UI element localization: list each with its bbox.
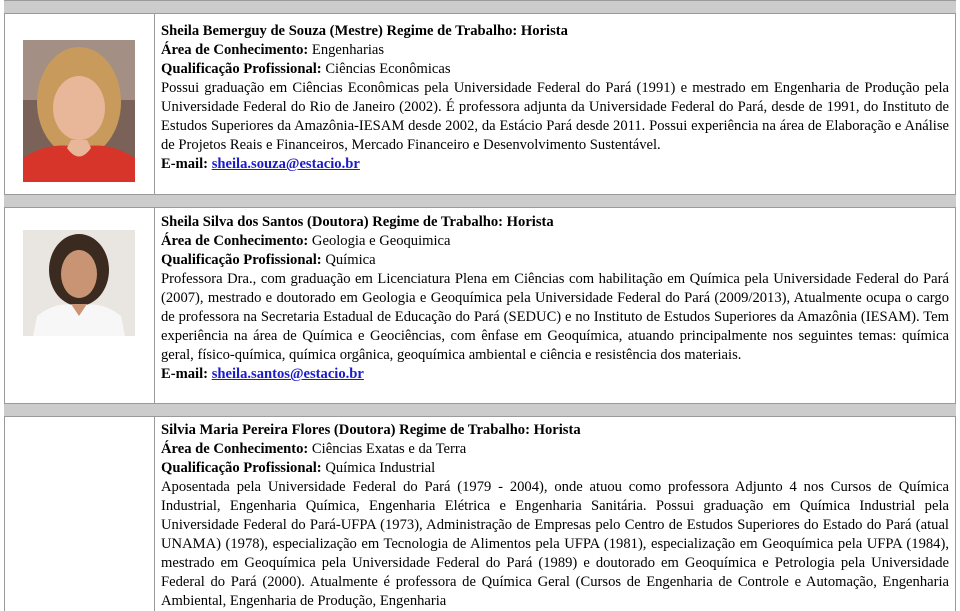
qualification-label: Qualificação Profissional:: [161, 460, 322, 476]
faculty-photo: [23, 40, 135, 182]
faculty-text: Sheila Silva dos Santos (Doutora) Regime…: [161, 213, 949, 384]
photo-cell: [5, 417, 155, 611]
knowledge-area-value: Ciências Exatas e da Terra: [311, 441, 467, 457]
faculty-bio: Aposentada pela Universidade Federal do …: [161, 479, 949, 609]
professional-qualification: Qualificação Profissional: Química: [161, 251, 949, 270]
table-separator: [4, 403, 956, 417]
photo-cell: [5, 14, 155, 194]
faculty-row: Silvia Maria Pereira Flores (Doutora) Re…: [4, 417, 956, 611]
email-label: E-mail:: [161, 366, 209, 382]
table-separator: [4, 194, 956, 208]
faculty-text: Sheila Bemerguy de Souza (Mestre) Regime…: [161, 22, 949, 174]
photo-cell: [5, 208, 155, 403]
qualification-label: Qualificação Profissional:: [161, 61, 322, 77]
professional-qualification: Qualificação Profissional: Ciências Econ…: [161, 60, 949, 79]
knowledge-area-label: Área de Conhecimento:: [161, 42, 309, 58]
email-link[interactable]: sheila.santos@estacio.br: [212, 366, 364, 382]
knowledge-area-label: Área de Conhecimento:: [161, 441, 309, 457]
qualification-value: Química Industrial: [325, 460, 436, 476]
knowledge-area-value: Geologia e Geoquimica: [311, 233, 451, 249]
email-link[interactable]: sheila.souza@estacio.br: [212, 156, 360, 172]
knowledge-area-label: Área de Conhecimento:: [161, 233, 309, 249]
knowledge-area: Área de Conhecimento: Geologia e Geoquim…: [161, 232, 949, 251]
faculty-bio: Professora Dra., com graduação em Licenc…: [161, 271, 949, 363]
qualification-label: Qualificação Profissional:: [161, 252, 322, 268]
qualification-value: Ciências Econômicas: [325, 61, 451, 77]
qualification-value: Química: [325, 252, 376, 268]
email-line: E-mail: sheila.santos@estacio.br: [161, 365, 949, 384]
faculty-photo: [23, 230, 135, 336]
faculty-table: Sheila Bemerguy de Souza (Mestre) Regime…: [4, 0, 956, 611]
professional-qualification: Qualificação Profissional: Química Indus…: [161, 459, 949, 478]
faculty-bio: Possui graduação em Ciências Econômicas …: [161, 80, 949, 153]
faculty-name: Sheila Silva dos Santos (Doutora) Regime…: [161, 214, 554, 230]
knowledge-area: Área de Conhecimento: Engenharias: [161, 41, 949, 60]
knowledge-area-value: Engenharias: [311, 42, 385, 58]
faculty-text: Silvia Maria Pereira Flores (Doutora) Re…: [161, 421, 949, 611]
faculty-name: Sheila Bemerguy de Souza (Mestre) Regime…: [161, 23, 568, 39]
faculty-row: Sheila Silva dos Santos (Doutora) Regime…: [4, 208, 956, 403]
faculty-name: Silvia Maria Pereira Flores (Doutora) Re…: [161, 422, 581, 438]
table-separator: [4, 0, 956, 14]
email-line: E-mail: sheila.souza@estacio.br: [161, 155, 949, 174]
email-label: E-mail:: [161, 156, 209, 172]
faculty-row: Sheila Bemerguy de Souza (Mestre) Regime…: [4, 14, 956, 194]
knowledge-area: Área de Conhecimento: Ciências Exatas e …: [161, 440, 949, 459]
